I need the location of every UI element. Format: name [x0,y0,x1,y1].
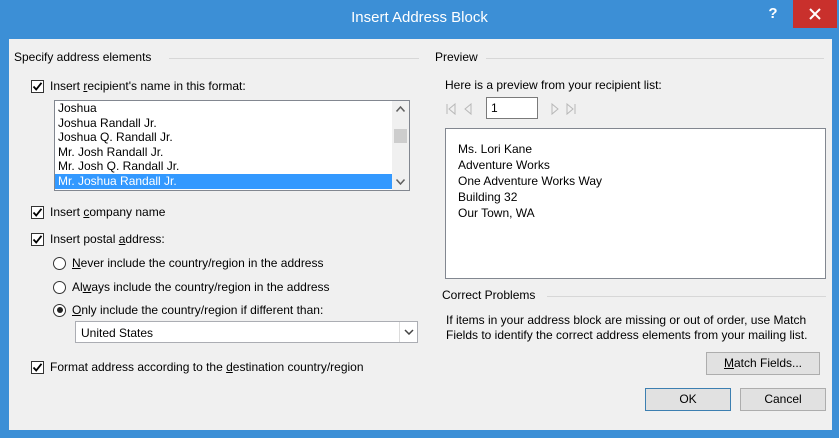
ok-button[interactable]: OK [645,388,731,411]
name-format-option[interactable]: Mr. Josh Randall Jr. [55,145,409,160]
insert-postal-address-label: Insert postal address: [50,232,165,246]
radio-always-label: Always include the country/region in the… [72,280,330,294]
checkmark-icon [32,81,43,91]
correct-problems-text: If items in your address block are missi… [446,313,808,342]
dropdown-button[interactable] [399,322,417,342]
cancel-button[interactable]: Cancel [740,388,826,411]
first-record-icon[interactable] [445,101,457,117]
name-format-option[interactable]: Joshua Randall Jr. [55,116,409,131]
name-format-option[interactable]: Mr. Josh Q. Randall Jr. [55,159,409,174]
dialog-body: Specify address elements Insert recipien… [9,39,832,430]
preview-line: Ms. Lori Kane [458,142,533,156]
help-button[interactable]: ? [760,2,786,26]
insert-address-block-dialog: Insert Address Block ? Specify address e… [0,0,839,438]
preview-line: Building 32 [458,190,518,204]
chevron-down-icon [403,329,414,335]
title-bar[interactable]: Insert Address Block ? [0,0,839,39]
match-fields-button[interactable]: Match Fields... [706,352,820,375]
insert-recipient-name-option[interactable]: Insert recipient's name in this format: [31,78,246,94]
close-icon [809,8,821,20]
radio-button-selected[interactable] [53,303,66,317]
scroll-thumb[interactable] [394,129,407,143]
name-format-option[interactable]: Mr. Joshua Randall Jr. [55,173,409,189]
name-format-scrollbar[interactable] [392,101,409,190]
name-format-option[interactable]: Joshua [55,101,409,116]
country-region-value: United States [81,326,154,340]
close-button[interactable] [793,0,837,28]
preview-label: Preview [435,50,478,64]
insert-company-name-label: Insert company name [50,205,166,219]
radio-only-label: Only include the country/region if diffe… [72,303,324,317]
preview-line: Our Town, WA [458,206,535,220]
insert-postal-address-option[interactable]: Insert postal address: [31,231,165,247]
radio-button[interactable] [53,256,66,270]
insert-recipient-name-label: Insert recipient's name in this format: [50,79,246,93]
insert-recipient-name-checkbox[interactable] [31,79,44,93]
record-number-input[interactable]: 1 [486,97,538,119]
radio-always-include-country[interactable]: Always include the country/region in the… [53,279,330,295]
radio-button[interactable] [53,280,66,294]
radio-never-include-country[interactable]: Never include the country/region in the … [53,255,323,271]
format-address-label: Format address according to the destinat… [50,360,364,374]
last-record-icon[interactable] [565,101,577,117]
correct-problems-label: Correct Problems [442,288,536,302]
insert-company-name-checkbox[interactable] [31,205,44,219]
name-format-listbox[interactable]: Joshua Joshua Randall Jr. Joshua Q. Randal… [54,100,410,191]
name-format-option[interactable]: Joshua Q. Randall Jr. [55,130,409,145]
group-separator [547,296,826,297]
next-record-icon[interactable] [549,101,561,117]
specify-address-elements-label: Specify address elements [14,50,152,64]
format-address-checkbox[interactable] [31,360,44,374]
address-preview-box: Ms. Lori Kane Adventure Works One Advent… [445,128,826,279]
insert-company-name-option[interactable]: Insert company name [31,204,165,220]
insert-postal-address-checkbox[interactable] [31,232,44,246]
group-separator [169,58,419,59]
radio-never-label: Never include the country/region in the … [72,256,324,270]
checkmark-icon [32,362,43,372]
previous-record-icon[interactable] [462,101,474,117]
format-address-destination-option[interactable]: Format address according to the destinat… [31,359,364,375]
preview-intro-text: Here is a preview from your recipient li… [445,78,662,92]
radio-only-if-different[interactable]: Only include the country/region if diffe… [53,302,323,318]
preview-line: One Adventure Works Way [458,174,603,188]
scroll-up-icon[interactable] [396,106,405,112]
checkmark-icon [32,207,43,217]
scroll-down-icon[interactable] [396,179,405,185]
checkmark-icon [32,234,43,244]
preview-line: Adventure Works [458,158,550,172]
group-separator [486,58,824,59]
dialog-title: Insert Address Block [351,9,488,26]
country-region-dropdown[interactable]: United States [75,321,418,343]
